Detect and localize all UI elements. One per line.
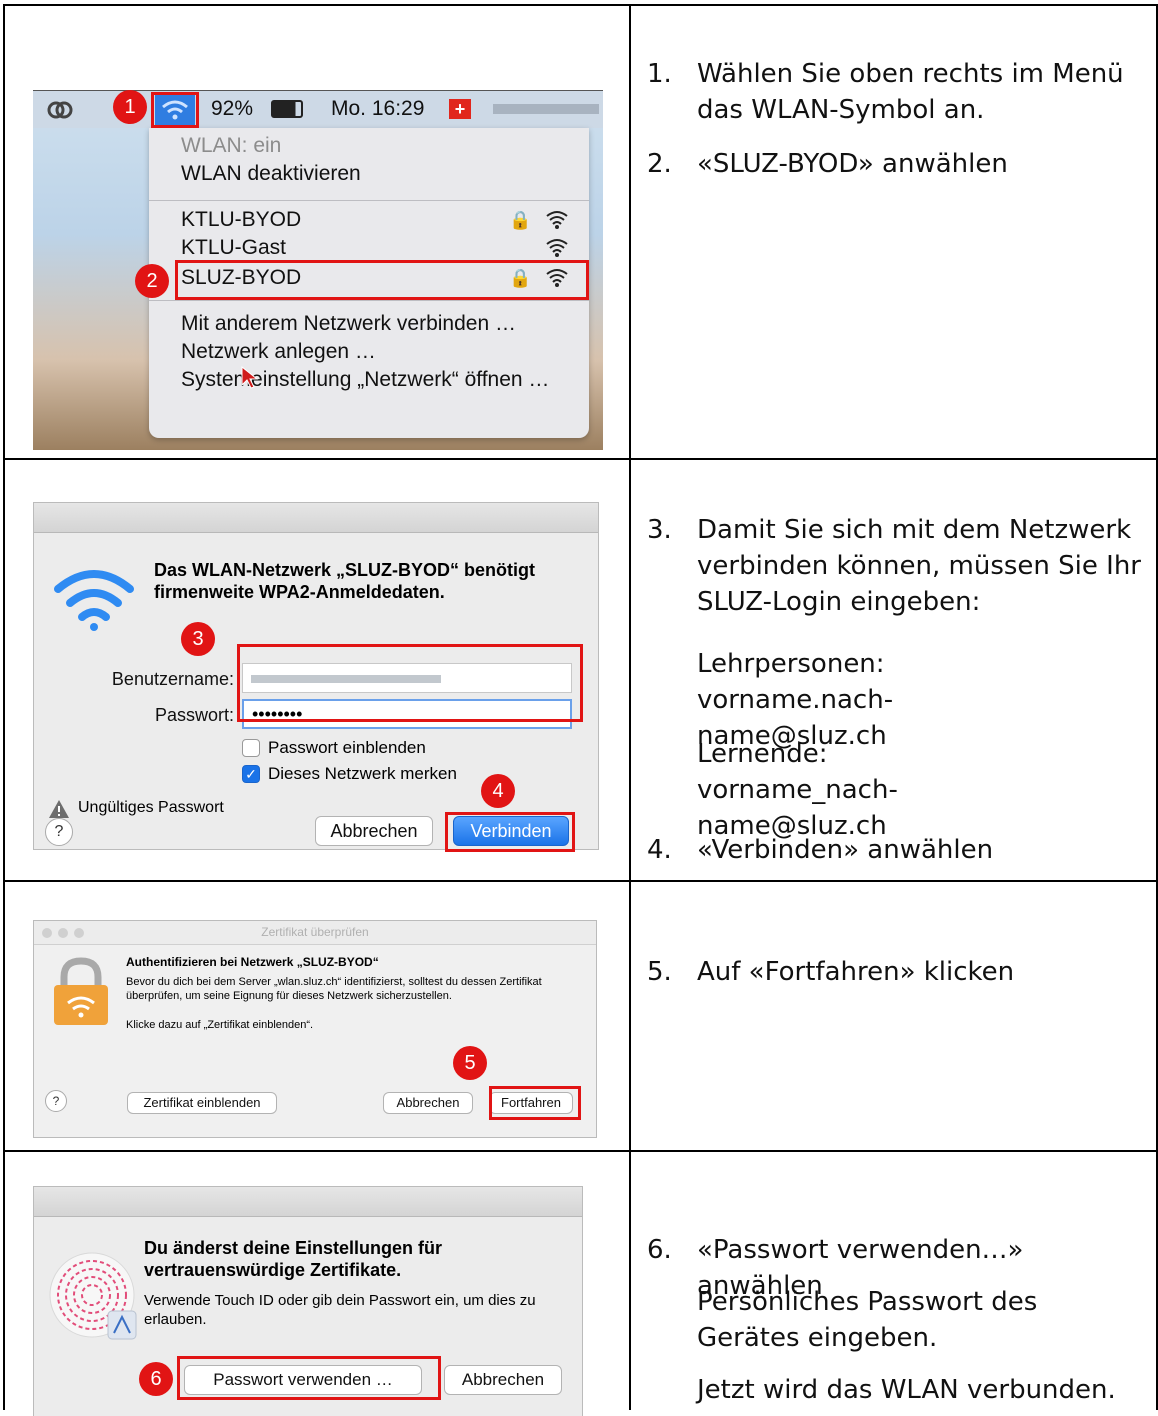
menu-item-other-network[interactable]: Mit anderem Netzwerk verbinden … [181,312,516,336]
divider [149,200,589,201]
remember-network-label: Dieses Netzwerk merken [268,764,457,783]
show-password-checkbox[interactable] [242,739,260,757]
mouse-cursor-icon [241,365,259,395]
highlight-credentials [237,644,583,722]
screenshot-cell: 92% Mo. 16:29 + WLAN: ein WLAN deaktivie… [5,6,631,458]
remember-network-checkbox[interactable]: ✓ [242,765,260,783]
step-number: 3. [647,515,672,545]
network-ktlu-byod[interactable]: KTLU-BYOD [181,208,301,232]
step-row-3: Zertifikat überprüfen Authentifizieren b… [3,882,1158,1152]
step-text: Auf «Fortfahren» klicken [697,957,1015,987]
battery-icon [271,100,303,118]
clock: Mo. 16:29 [331,97,425,120]
lock-icon: 🔒 [509,210,532,230]
instructions-cell: 5. Auf «Fortfahren» klicken [633,882,1156,1150]
instruction-step-1: 1. Wählen Sie oben rechts im Menü das WL… [647,56,1146,128]
enter-device-password: Persönliches Passwort des Gerätes eingeb… [697,1287,1038,1353]
network-ktlu-gast[interactable]: KTLU-Gast [181,236,286,260]
step-text: Damit Sie sich mit dem Netzwerk verbinde… [697,515,1141,617]
show-certificate-button[interactable]: Zertifikat einblenden [127,1092,277,1114]
step-row-4: Du änderst deine Einstellungen für vertr… [3,1152,1158,1416]
instructions-cell: 3. Damit Sie sich mit dem Netzwerk verbi… [633,460,1156,880]
show-password-label: Passwort einblenden [268,738,426,757]
username-label: Benutzername: [111,669,234,689]
cancel-button[interactable]: Abbrechen [444,1365,562,1395]
dialog-body: Bevor du dich bei dem Server „wlan.sluz.… [126,976,542,1002]
creative-cloud-icon [47,99,73,121]
wifi-status: WLAN: ein [181,134,282,157]
step-row-2: Das WLAN-Netzwerk „SLUZ-BYOD“ benötigt f… [3,460,1158,882]
wifi-connected-note: Jetzt wird das WLAN verbunden. [697,1375,1116,1405]
instruction-step-2: 2. «SLUZ-BYOD» anwählen [647,146,1146,182]
touch-id-icon [48,1251,140,1348]
highlight-connect [445,812,575,852]
instructions-cell: 6. «Passwort verwenden…» anwählen Persön… [633,1152,1156,1410]
menu-item-create-network[interactable]: Netzwerk anlegen … [181,340,376,364]
step-marker-3: 3 [181,622,215,656]
help-button[interactable]: ? [45,1090,67,1112]
dialog-titlebar [34,1187,582,1217]
step-number: 6. [647,1235,672,1265]
screenshot-cell: Du änderst deine Einstellungen für vertr… [5,1152,631,1416]
screenshot-cell: Zertifikat überprüfen Authentifizieren b… [5,882,631,1150]
dialog-hint: Klicke dazu auf „Zertifikat einblenden“. [126,1019,314,1031]
divider [149,300,589,301]
wifi-large-icon [54,565,134,636]
step-marker-5: 5 [453,1046,487,1080]
dialog-heading: Authentifizieren bei Netzwerk „SLUZ-BYOD… [126,955,379,969]
step-text: «SLUZ-BYOD» anwählen [697,149,1008,179]
help-button[interactable]: ? [45,818,73,846]
wifi-signal-icon [545,236,569,263]
battery-percent: 92% [211,97,254,120]
step-marker-6: 6 [139,1362,173,1396]
wifi-menu-screenshot: 92% Mo. 16:29 + WLAN: ein WLAN deaktivie… [33,90,603,450]
step-marker-2: 2 [135,264,169,298]
swiss-flag-icon: + [449,99,471,119]
highlight-wifi-icon [151,92,199,128]
cancel-button[interactable]: Abbrechen [315,816,433,846]
step-marker-1: 1 [113,90,147,124]
dialog-titlebar [34,503,598,533]
step-number: 4. [647,835,672,865]
instruction-step-4: 4. «Verbinden» anwählen [647,832,1146,868]
step-number: 2. [647,149,672,179]
highlight-sluz-byod [175,260,589,300]
highlight-continue [489,1086,581,1120]
step-marker-4: 4 [481,774,515,808]
blurred-user-name [493,104,599,114]
password-label: Passwort: [154,705,234,725]
wifi-signal-icon [545,208,569,235]
dialog-heading: Das WLAN-Netzwerk „SLUZ-BYOD“ benötigt f… [154,560,536,602]
step-text: «Verbinden» anwählen [697,835,994,865]
instructions-cell: 1. Wählen Sie oben rechts im Menü das WL… [633,6,1156,458]
step-number: 1. [647,59,672,89]
step-number: 5. [647,957,672,987]
menu-item-wlan-deaktivieren[interactable]: WLAN deaktivieren [181,162,361,186]
cancel-button[interactable]: Abbrechen [383,1092,473,1114]
highlight-use-password [177,1356,441,1400]
instruction-step-3: 3. Damit Sie sich mit dem Netzwerk verbi… [647,512,1146,620]
instruction-step-5: 5. Auf «Fortfahren» klicken [647,954,1146,990]
step-row-1: 92% Mo. 16:29 + WLAN: ein WLAN deaktivie… [3,4,1158,460]
window-title: Zertifikat überprüfen [261,925,369,939]
window-titlebar: Zertifikat überprüfen [34,921,596,945]
student-login-format: Lernende: vorname_nach-name@sluz.ch [697,739,898,841]
dialog-body: Verwende Touch ID oder gib dein Passwort… [144,1292,536,1328]
screenshot-cell: Das WLAN-Netzwerk „SLUZ-BYOD“ benötigt f… [5,460,631,880]
wifi-lock-icon [50,957,112,1032]
dialog-heading: Du änderst deine Einstellungen für vertr… [144,1238,443,1280]
step-text: Wählen Sie oben rechts im Menü das WLAN-… [697,59,1124,125]
warning-text: Ungültiges Passwort [78,799,224,816]
menu-item-network-settings[interactable]: Systemeinstellung „Netzwerk“ öffnen … [181,368,549,392]
